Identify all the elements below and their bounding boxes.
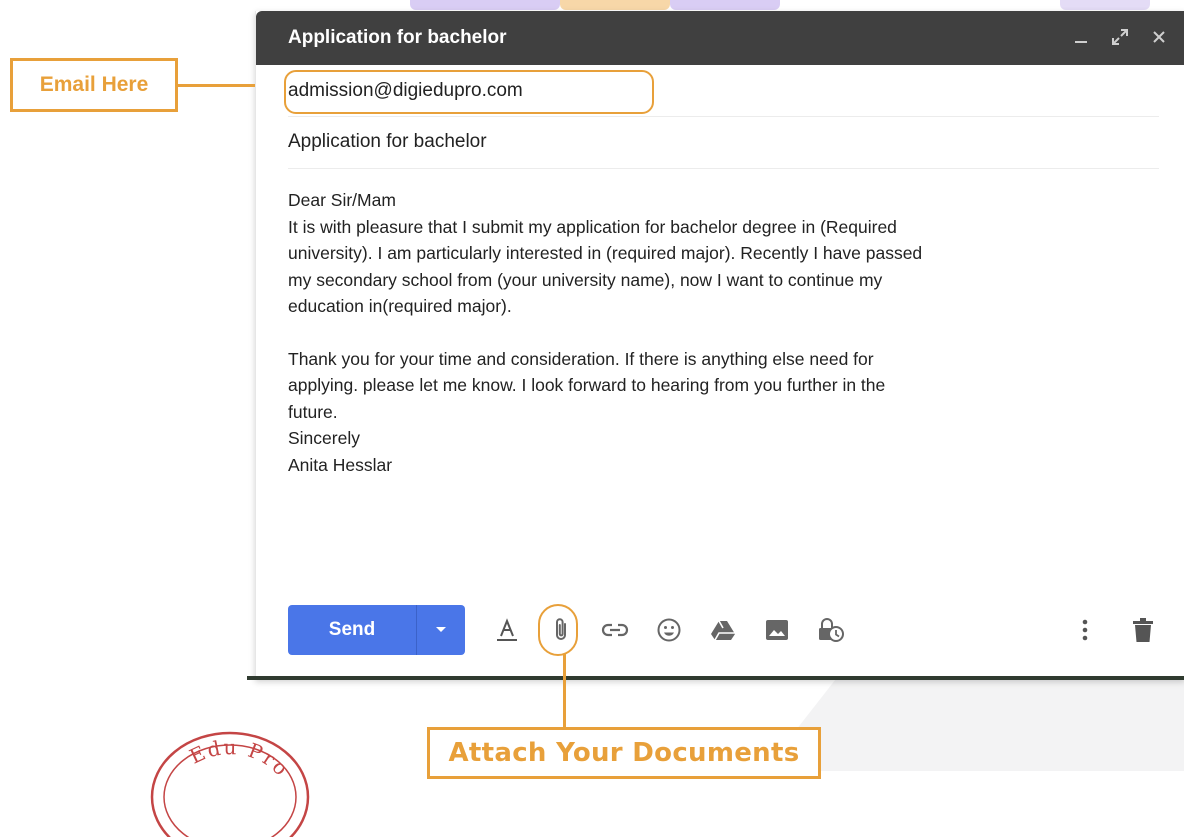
more-vert-icon (1082, 619, 1088, 641)
drive-icon (711, 620, 735, 641)
stamp-logo: Edu Pro (150, 731, 310, 837)
more-options-button[interactable] (1069, 614, 1101, 646)
decorative-banner-far (1060, 0, 1150, 10)
minimize-icon[interactable] (1073, 29, 1089, 48)
emoji-icon (657, 618, 681, 642)
compose-title-bar: Application for bachelor (256, 11, 1184, 65)
to-field[interactable]: admission@digiedupro.com (284, 66, 1159, 117)
email-here-callout: Email Here (10, 58, 178, 112)
body-signature: Anita Hesslar (288, 454, 393, 475)
attach-highlight-outline (538, 604, 578, 656)
body-paragraph-2: Thank you for your time and consideratio… (288, 348, 886, 422)
decorative-banner-left (410, 0, 560, 10)
lock-clock-icon (819, 618, 844, 642)
text-format-button[interactable] (491, 614, 523, 646)
send-button-group: Send (288, 605, 465, 655)
attach-callout-connector (563, 654, 566, 727)
body-greeting: Dear Sir/Mam (288, 190, 396, 210)
insert-link-button[interactable] (599, 614, 631, 646)
compose-title: Application for bachelor (288, 27, 507, 48)
insert-photo-button[interactable] (761, 614, 793, 646)
send-options-button[interactable] (416, 605, 465, 655)
to-recipient-value[interactable]: admission@digiedupro.com (288, 80, 523, 102)
compose-bottom-border (247, 676, 1184, 680)
attach-documents-callout: Attach Your Documents (427, 727, 821, 779)
confidential-mode-button[interactable] (815, 614, 847, 646)
link-icon (601, 623, 629, 637)
insert-emoji-button[interactable] (653, 614, 685, 646)
trash-icon (1133, 618, 1153, 642)
subject-field[interactable]: Application for bachelor (288, 116, 1159, 169)
close-icon[interactable] (1151, 29, 1167, 48)
compose-toolbar: Send (288, 604, 1159, 656)
compose-window: Application for bachelor admission@digie… (255, 11, 1184, 680)
expand-icon[interactable] (1111, 28, 1129, 49)
body-paragraph-1: It is with pleasure that I submit my app… (288, 216, 923, 317)
message-body[interactable]: Dear Sir/Mam It is with pleasure that I … (288, 187, 1148, 478)
send-button[interactable]: Send (288, 605, 416, 655)
svg-text:Edu Pro: Edu Pro (186, 735, 295, 781)
decorative-banner-mid (560, 0, 670, 10)
window-controls (1073, 28, 1167, 49)
email-callout-connector (178, 84, 255, 87)
formatting-tools (491, 604, 847, 656)
photo-icon (766, 620, 788, 640)
decorative-banner-right (670, 0, 780, 10)
discard-draft-button[interactable] (1127, 614, 1159, 646)
insert-drive-button[interactable] (707, 614, 739, 646)
subject-value[interactable]: Application for bachelor (288, 131, 487, 153)
right-tools (1069, 614, 1159, 646)
attach-file-button[interactable] (538, 604, 578, 656)
chevron-down-icon (436, 627, 446, 632)
body-closing: Sincerely (288, 428, 360, 448)
text-format-icon (497, 618, 517, 641)
